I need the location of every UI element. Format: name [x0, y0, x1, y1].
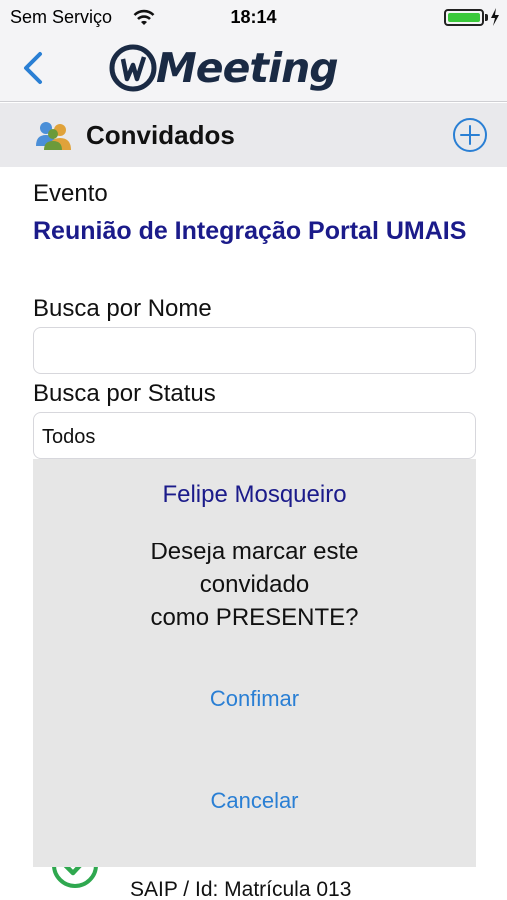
status-select[interactable]: Todos [33, 412, 476, 459]
status-bar: Sem Serviço 18:14 [0, 0, 507, 34]
status-time: 18:14 [230, 7, 277, 27]
at-sign-logo-icon [109, 44, 157, 92]
name-search-input[interactable] [33, 327, 476, 374]
dialog-message-line-3: como PRESENTE? [150, 604, 359, 631]
app-logo: Meeting [108, 40, 339, 96]
dialog-message-line-2: convidado [199, 571, 310, 598]
dialog-message-container: Deseja marcar este convidado como PRESEN… [33, 543, 476, 633]
confirm-button[interactable]: Confimar [33, 686, 476, 712]
battery-level [448, 13, 480, 22]
section-header: Convidados [0, 103, 507, 167]
battery-icon [444, 9, 484, 26]
battery-tip [485, 14, 488, 21]
cancel-button[interactable]: Cancelar [33, 788, 476, 814]
navigation-bar: Meeting [0, 34, 507, 102]
event-label: Evento [33, 180, 108, 207]
confirm-presence-dialog: Felipe Mosqueiro Deseja marcar este conv… [33, 459, 476, 867]
event-name: Reunião de Integração Portal UMAIS [33, 217, 467, 245]
charging-bolt-icon [491, 8, 499, 26]
dialog-message-line-1: Deseja marcar este [150, 543, 359, 565]
dialog-title: Felipe Mosqueiro [162, 481, 347, 508]
status-search-label: Busca por Status [33, 380, 216, 407]
back-button[interactable] [14, 48, 54, 88]
app-name: Meeting [156, 44, 339, 92]
dialog-message: Deseja marcar este convidado como PRESEN… [33, 543, 476, 633]
people-icon [36, 122, 71, 150]
guest-row-subtitle[interactable]: SAIP / Id: Matrícula 013 [130, 878, 351, 900]
section-title: Convidados [86, 120, 235, 150]
add-guest-button[interactable] [452, 117, 488, 153]
name-search-label: Busca por Nome [33, 295, 212, 322]
